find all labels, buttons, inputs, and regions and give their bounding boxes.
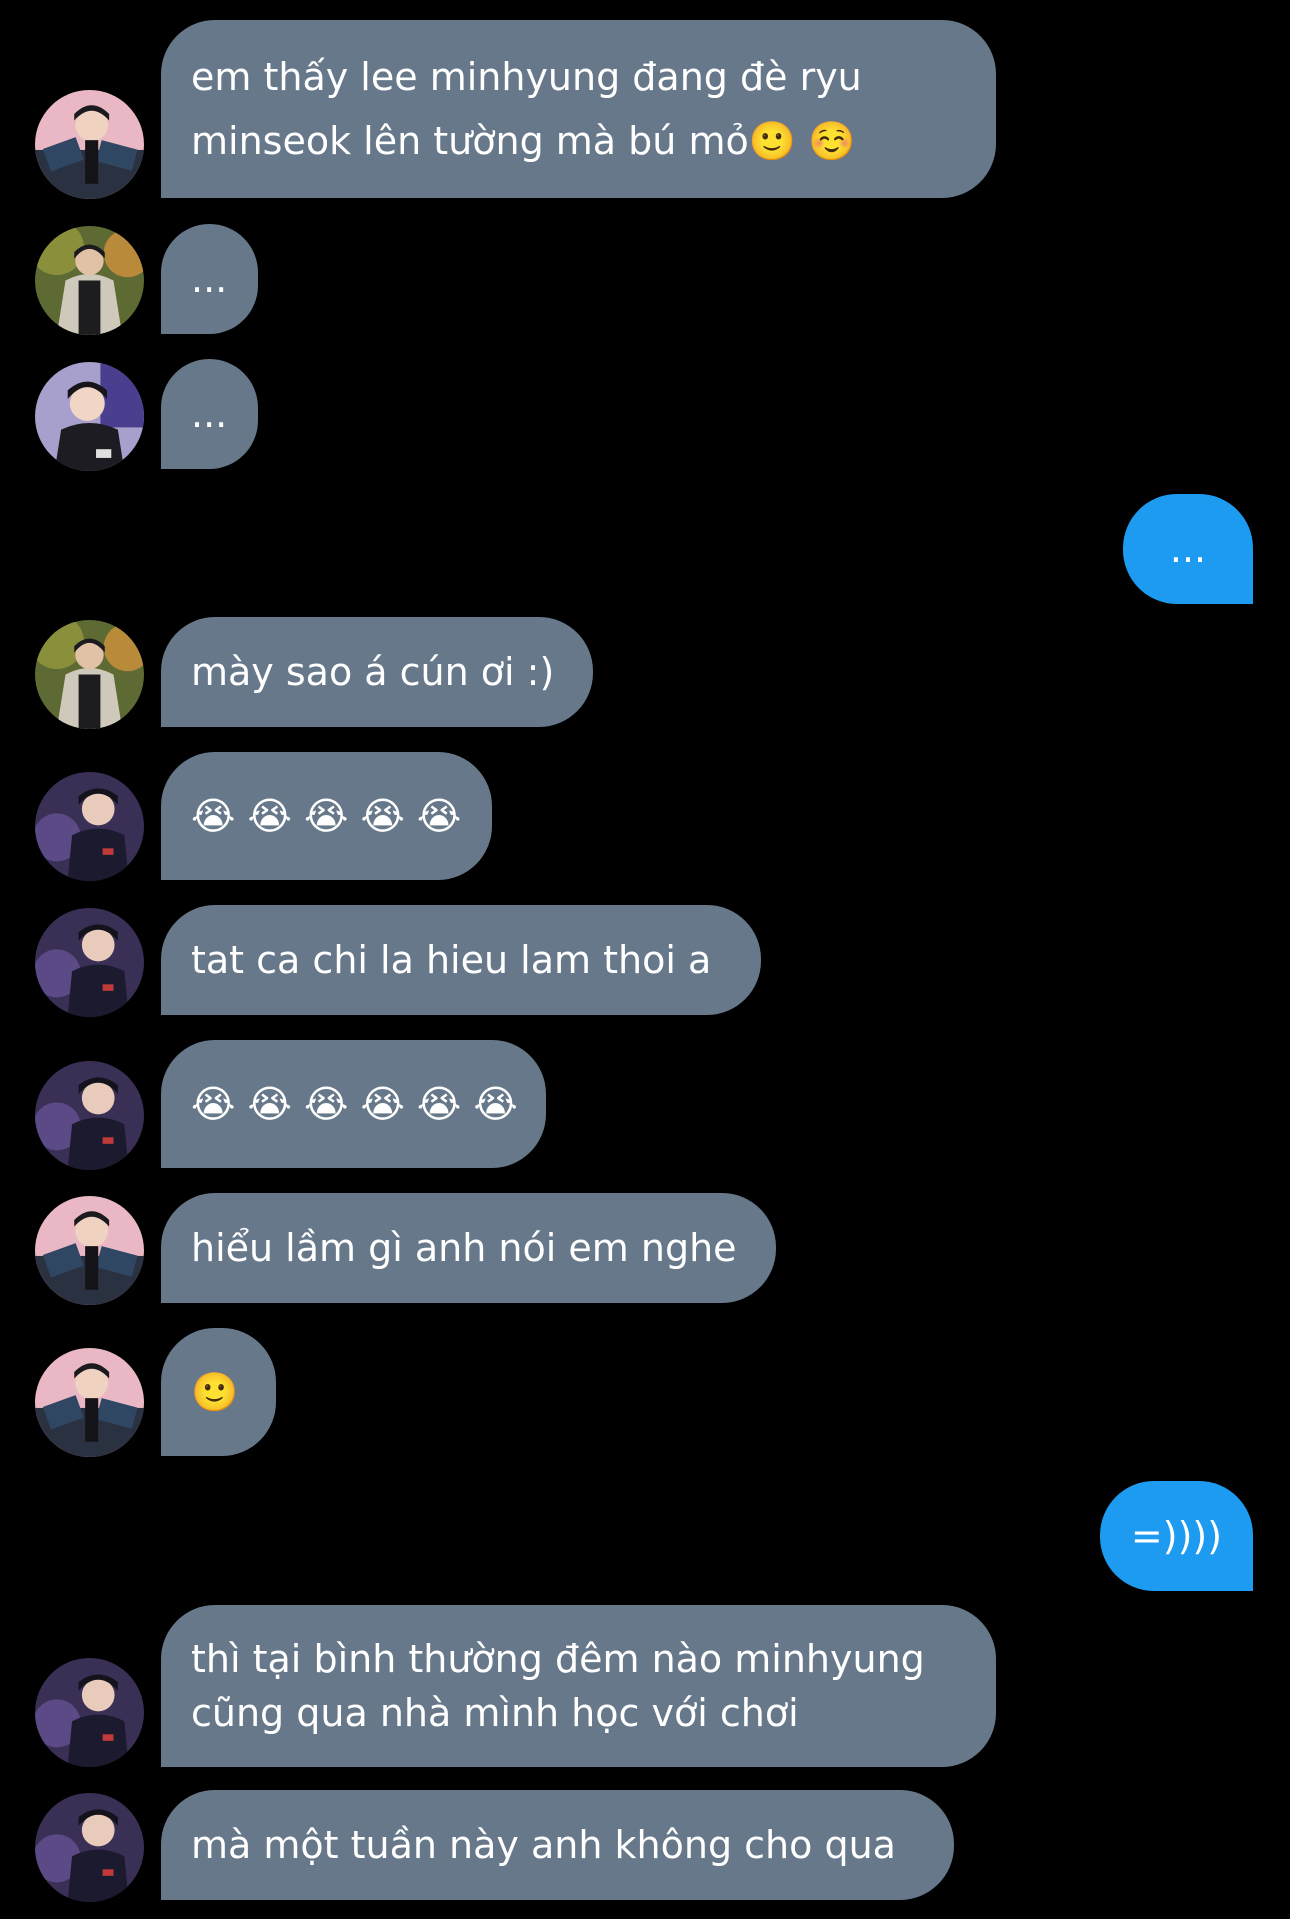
message-bubble: hiểu lầm gì anh nói em nghe bbox=[161, 1193, 776, 1303]
message-text: ... bbox=[191, 392, 228, 436]
message-text: mày sao á cún ơi :) bbox=[191, 650, 555, 694]
message-text: tat ca chi la hieu lam thoi a bbox=[191, 938, 712, 982]
message-bubble: thì tại bình thường đêm nào minhyung cũn… bbox=[161, 1605, 996, 1767]
avatar[interactable] bbox=[35, 620, 144, 729]
message-text: cũng qua nhà mình học với chơi bbox=[191, 1691, 799, 1735]
message-bubble: mày sao á cún ơi :) bbox=[161, 617, 593, 727]
message-bubble-outgoing: =)))) bbox=[1100, 1481, 1253, 1591]
message-bubble: 😭 😭 😭 😭 😭 😭 bbox=[161, 1040, 546, 1168]
avatar[interactable] bbox=[35, 908, 144, 1017]
avatar[interactable] bbox=[35, 772, 144, 881]
message-bubble: mà một tuần này anh không cho qua bbox=[161, 1790, 954, 1900]
avatar[interactable] bbox=[35, 90, 144, 199]
message-text: minseok lên tường mà bú mỏ🙂 ☺️ bbox=[191, 119, 856, 163]
message-bubble: 🙂 bbox=[161, 1328, 276, 1456]
message-text: hiểu lầm gì anh nói em nghe bbox=[191, 1226, 737, 1270]
avatar[interactable] bbox=[35, 1196, 144, 1305]
avatar[interactable] bbox=[35, 1793, 144, 1902]
message-text: ... bbox=[1169, 527, 1207, 571]
message-bubble: em thấy lee minhyung đang đè ryu minseok… bbox=[161, 20, 996, 198]
message-text: 🙂 bbox=[191, 1370, 239, 1414]
message-bubble: ... bbox=[161, 359, 258, 469]
avatar[interactable] bbox=[35, 226, 144, 335]
avatar[interactable] bbox=[35, 362, 144, 471]
message-bubble: ... bbox=[161, 224, 258, 334]
message-bubble-outgoing: ... bbox=[1123, 494, 1253, 604]
message-text: ... bbox=[191, 257, 228, 301]
avatar[interactable] bbox=[35, 1348, 144, 1457]
message-text: 😭 😭 😭 😭 😭 😭 bbox=[191, 1082, 518, 1126]
message-text: =)))) bbox=[1130, 1514, 1223, 1558]
avatar[interactable] bbox=[35, 1061, 144, 1170]
message-bubble: 😭 😭 😭 😭 😭 bbox=[161, 752, 492, 880]
message-text: mà một tuần này anh không cho qua bbox=[191, 1823, 896, 1867]
message-bubble: tat ca chi la hieu lam thoi a bbox=[161, 905, 761, 1015]
avatar[interactable] bbox=[35, 1658, 144, 1767]
message-text: 😭 😭 😭 😭 😭 bbox=[191, 794, 462, 838]
message-text: em thấy lee minhyung đang đè ryu bbox=[191, 55, 862, 99]
message-text: thì tại bình thường đêm nào minhyung bbox=[191, 1637, 925, 1681]
